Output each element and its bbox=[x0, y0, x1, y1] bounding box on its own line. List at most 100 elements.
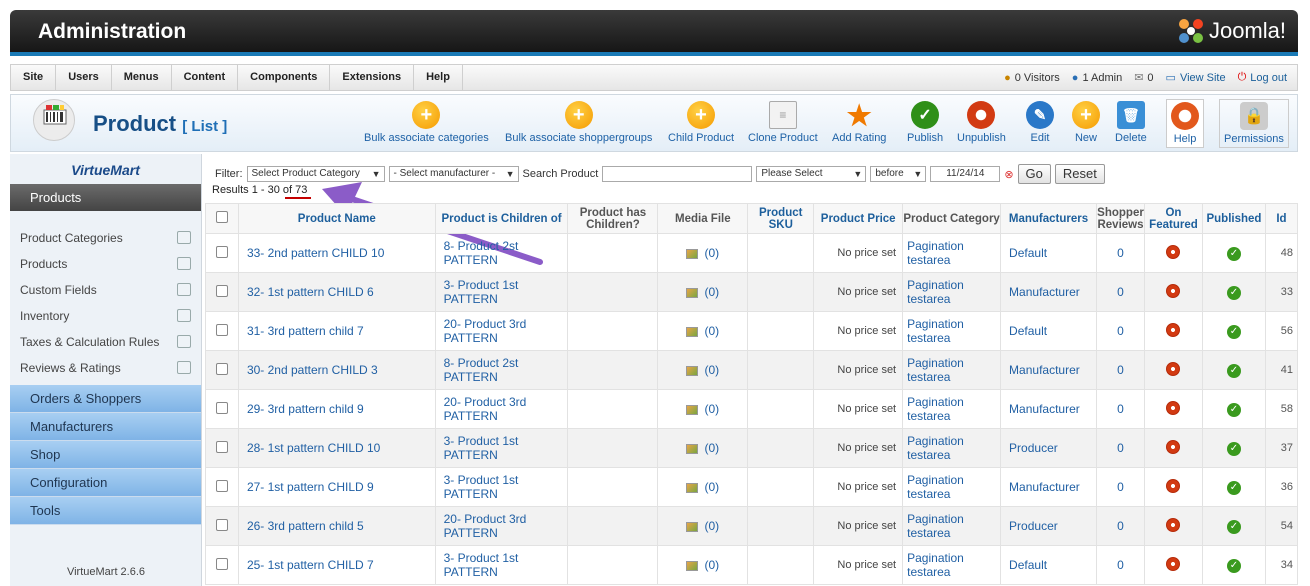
manufacturer-link[interactable]: Producer bbox=[1000, 506, 1097, 546]
manufacturer-link[interactable]: Manufacturer bbox=[1000, 350, 1097, 390]
featured-toggle[interactable] bbox=[1143, 467, 1203, 507]
media-file-cell[interactable]: (0) bbox=[657, 467, 749, 507]
published-toggle[interactable]: ✓ bbox=[1201, 311, 1266, 351]
row-checkbox[interactable] bbox=[205, 545, 239, 585]
row-checkbox[interactable] bbox=[205, 350, 239, 390]
sidebar-section-tools[interactable]: Tools bbox=[10, 497, 201, 525]
menu-help[interactable]: Help bbox=[414, 65, 463, 90]
parent-product-link[interactable]: 3- Product 1st PATTERN bbox=[434, 272, 569, 312]
messages-status[interactable]: ✉ 0 bbox=[1134, 71, 1153, 85]
parent-product-link[interactable]: 8- Product 2st PATTERN bbox=[434, 350, 569, 390]
sidebar-item-custom-fields[interactable]: Custom Fields bbox=[10, 277, 201, 303]
go-button[interactable]: Go bbox=[1017, 164, 1051, 184]
sidebar-section-orders[interactable]: Orders & Shoppers bbox=[10, 385, 201, 413]
category-link[interactable]: Pagination testarea bbox=[902, 428, 1002, 468]
reviews-link[interactable]: 0 bbox=[1096, 506, 1145, 546]
unpublish-button[interactable]: Unpublish bbox=[957, 101, 1006, 144]
bulk-associate-categories-button[interactable]: + Bulk associate categories bbox=[364, 101, 489, 144]
product-name-link[interactable]: 26- 3rd pattern child 5 bbox=[237, 506, 436, 546]
manufacturer-link[interactable]: Manufacturer bbox=[1000, 467, 1097, 507]
row-checkbox[interactable] bbox=[205, 467, 239, 507]
sidebar-section-configuration[interactable]: Configuration bbox=[10, 469, 201, 497]
menu-components[interactable]: Components bbox=[238, 65, 331, 90]
category-link[interactable]: Pagination testarea bbox=[902, 350, 1002, 390]
sidebar-section-products[interactable]: Products bbox=[10, 184, 201, 211]
published-toggle[interactable]: ✓ bbox=[1201, 350, 1266, 390]
category-link[interactable]: Pagination testarea bbox=[902, 467, 1002, 507]
category-link[interactable]: Pagination testarea bbox=[902, 311, 1002, 351]
sidebar-item-reviews[interactable]: Reviews & Ratings bbox=[10, 355, 201, 381]
col-featured[interactable]: On Featured bbox=[1143, 203, 1203, 234]
edit-button[interactable]: ✎ Edit bbox=[1026, 101, 1054, 144]
search-input[interactable] bbox=[602, 166, 753, 182]
clone-product-button[interactable]: ≡ Clone Product bbox=[748, 101, 818, 144]
manufacturer-link[interactable]: Default bbox=[1000, 233, 1097, 273]
reviews-link[interactable]: 0 bbox=[1096, 389, 1145, 429]
help-button[interactable]: Help bbox=[1166, 99, 1204, 148]
sidebar-item-inventory[interactable]: Inventory bbox=[10, 303, 201, 329]
product-name-link[interactable]: 28- 1st pattern CHILD 10 bbox=[237, 428, 436, 468]
sidebar-section-shop[interactable]: Shop bbox=[10, 441, 201, 469]
menu-menus[interactable]: Menus bbox=[112, 65, 172, 90]
row-checkbox[interactable] bbox=[205, 428, 239, 468]
published-toggle[interactable]: ✓ bbox=[1201, 389, 1266, 429]
col-parent[interactable]: Product is Children of bbox=[434, 203, 569, 234]
featured-toggle[interactable] bbox=[1143, 389, 1203, 429]
logout-link[interactable]: ⏻ Log out bbox=[1238, 71, 1287, 84]
product-name-link[interactable]: 25- 1st pattern CHILD 7 bbox=[237, 545, 436, 585]
published-toggle[interactable]: ✓ bbox=[1201, 506, 1266, 546]
product-name-link[interactable]: 27- 1st pattern CHILD 9 bbox=[237, 467, 436, 507]
product-name-link[interactable]: 31- 3rd pattern child 7 bbox=[237, 311, 436, 351]
parent-product-link[interactable]: 20- Product 3rd PATTERN bbox=[434, 389, 569, 429]
reviews-link[interactable]: 0 bbox=[1096, 233, 1145, 273]
select-all-checkbox[interactable] bbox=[205, 203, 239, 234]
published-toggle[interactable]: ✓ bbox=[1201, 272, 1266, 312]
sidebar-item-products[interactable]: Products bbox=[10, 251, 201, 277]
media-file-cell[interactable]: (0) bbox=[657, 311, 749, 351]
menu-content[interactable]: Content bbox=[172, 65, 239, 90]
date-filter-select[interactable]: Please Select bbox=[756, 166, 867, 182]
featured-toggle[interactable] bbox=[1143, 350, 1203, 390]
reviews-link[interactable]: 0 bbox=[1096, 350, 1145, 390]
featured-toggle[interactable] bbox=[1143, 506, 1203, 546]
col-published[interactable]: Published bbox=[1201, 203, 1266, 234]
manufacturer-link[interactable]: Manufacturer bbox=[1000, 272, 1097, 312]
published-toggle[interactable]: ✓ bbox=[1201, 545, 1266, 585]
published-toggle[interactable]: ✓ bbox=[1201, 233, 1266, 273]
parent-product-link[interactable]: 3- Product 1st PATTERN bbox=[434, 545, 569, 585]
category-link[interactable]: Pagination testarea bbox=[902, 233, 1002, 273]
media-file-cell[interactable]: (0) bbox=[657, 389, 749, 429]
col-sku[interactable]: Product SKU bbox=[747, 203, 815, 234]
manufacturer-link[interactable]: Producer bbox=[1000, 428, 1097, 468]
featured-toggle[interactable] bbox=[1143, 233, 1203, 273]
publish-button[interactable]: ✓ Publish bbox=[907, 101, 943, 144]
bulk-associate-shoppergroups-button[interactable]: + Bulk associate shoppergroups bbox=[505, 101, 652, 144]
reviews-link[interactable]: 0 bbox=[1096, 272, 1145, 312]
category-link[interactable]: Pagination testarea bbox=[902, 272, 1002, 312]
row-checkbox[interactable] bbox=[205, 272, 239, 312]
col-product-name[interactable]: Product Name bbox=[237, 203, 436, 234]
sidebar-section-manufacturers[interactable]: Manufacturers bbox=[10, 413, 201, 441]
before-select[interactable]: before bbox=[870, 166, 927, 182]
sidebar-item-taxes[interactable]: Taxes & Calculation Rules bbox=[10, 329, 201, 355]
manufacturer-link[interactable]: Default bbox=[1000, 311, 1097, 351]
product-name-link[interactable]: 30- 2nd pattern CHILD 3 bbox=[237, 350, 436, 390]
col-price[interactable]: Product Price bbox=[813, 203, 904, 234]
reviews-link[interactable]: 0 bbox=[1096, 311, 1145, 351]
reviews-link[interactable]: 0 bbox=[1096, 428, 1145, 468]
child-product-button[interactable]: + Child Product bbox=[668, 101, 734, 144]
clear-date-icon[interactable]: ⊗ bbox=[1004, 168, 1013, 181]
parent-product-link[interactable]: 8- Product 2st PATTERN bbox=[434, 233, 569, 273]
manufacturer-link[interactable]: Default bbox=[1000, 545, 1097, 585]
permissions-button[interactable]: 🔒 Permissions bbox=[1219, 99, 1289, 148]
row-checkbox[interactable] bbox=[205, 233, 239, 273]
row-checkbox[interactable] bbox=[205, 311, 239, 351]
featured-toggle[interactable] bbox=[1143, 545, 1203, 585]
menu-extensions[interactable]: Extensions bbox=[330, 65, 415, 90]
add-rating-button[interactable]: ★ Add Rating bbox=[832, 100, 886, 145]
media-file-cell[interactable]: (0) bbox=[657, 545, 749, 585]
media-file-cell[interactable]: (0) bbox=[657, 350, 749, 390]
media-file-cell[interactable]: (0) bbox=[657, 272, 749, 312]
reset-button[interactable]: Reset bbox=[1054, 164, 1105, 184]
category-link[interactable]: Pagination testarea bbox=[902, 389, 1002, 429]
